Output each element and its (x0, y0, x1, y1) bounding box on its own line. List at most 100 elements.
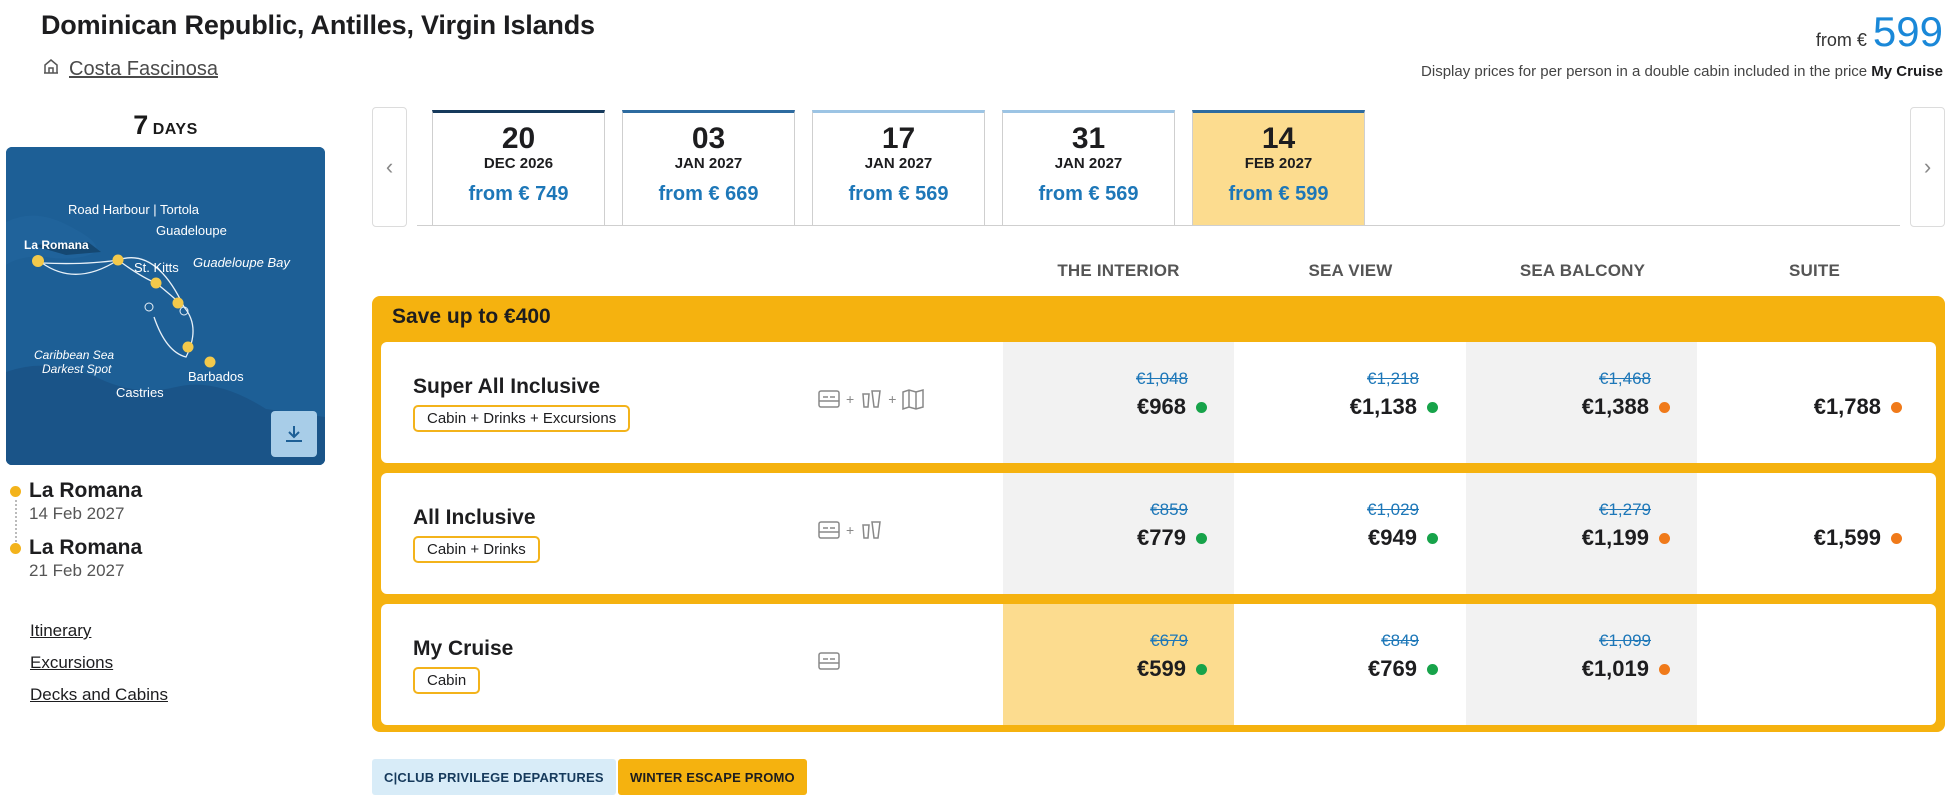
port-dot-icon (10, 486, 21, 497)
price-cell[interactable]: €1,048 €968 (1003, 342, 1234, 463)
new-price: €1,019 (1581, 656, 1649, 681)
availability-dot-icon (1427, 402, 1438, 413)
old-price: €1,099 (1599, 631, 1651, 650)
decks-cabins-link[interactable]: Decks and Cabins (30, 684, 168, 706)
availability-dot-icon (1891, 533, 1902, 544)
disclaimer-bold: My Cruise (1871, 63, 1943, 80)
date-price: from € 569 (848, 183, 949, 205)
excursions-link[interactable]: Excursions (30, 652, 168, 674)
new-price: €968 (1137, 394, 1186, 419)
map-label-guadeloupe-bay: Guadeloupe Bay (193, 255, 291, 270)
date-card[interactable]: 03 JAN 2027 from € 669 (622, 110, 795, 226)
old-price: €1,279 (1599, 500, 1651, 519)
map-label-barbados: Barbados (188, 369, 244, 384)
old-price: €1,218 (1367, 369, 1419, 388)
availability-dot-icon (1891, 402, 1902, 413)
page-title: Dominican Republic, Antilles, Virgin Isl… (41, 10, 595, 40)
price-cell-selected[interactable]: €679 €599 (1003, 604, 1234, 725)
package-badge: Cabin + Drinks + Excursions (413, 405, 631, 432)
new-price: €769 (1368, 656, 1417, 681)
date-month: JAN 2027 (1054, 155, 1123, 172)
old-price: €1,029 (1367, 500, 1419, 519)
new-price: €1,788 (1813, 394, 1881, 419)
port-dot-icon (10, 543, 21, 554)
itinerary-link[interactable]: Itinerary (30, 620, 168, 642)
detail-links: Itinerary Excursions Decks and Cabins (30, 620, 168, 716)
carousel-next-button[interactable]: › (1910, 107, 1945, 227)
price-from-label: from € (1815, 30, 1867, 50)
save-label: Save up to €400 (392, 305, 551, 328)
map-label-st-kitts: St. Kitts (134, 260, 179, 275)
price-cell[interactable]: €1,099 €1,019 (1466, 604, 1697, 725)
new-price: €1,138 (1349, 394, 1417, 419)
availability-dot-icon (1196, 533, 1207, 544)
map-label-caribbean-sea: Caribbean Sea (34, 348, 114, 362)
price-cell[interactable]: €1,788 (1698, 342, 1929, 463)
price-cell[interactable]: €1,218 €1,138 (1234, 342, 1465, 463)
availability-dot-icon (1659, 402, 1670, 413)
package-icons: + + (816, 386, 926, 412)
old-price: €849 (1381, 631, 1419, 650)
date-day: 03 (691, 122, 726, 155)
new-price: €599 (1137, 656, 1186, 681)
date-price: from € 599 (1228, 183, 1329, 205)
map-label-la-romana: La Romana (24, 238, 89, 252)
port-name: La Romana (29, 479, 143, 502)
offer-panel: Save up to €400 Super All Inclusive Cabi… (372, 296, 1945, 732)
package-badge: Cabin + Drinks (413, 536, 540, 563)
port-item: La Romana 14 Feb 2027 (10, 478, 330, 525)
price-cell[interactable]: €1,599 (1698, 473, 1929, 594)
port-list: La Romana 14 Feb 2027 La Romana 21 Feb 2… (10, 478, 330, 592)
bed-icon (818, 652, 840, 670)
price-cell[interactable]: €849 €769 (1234, 604, 1465, 725)
bed-icon (818, 390, 840, 408)
new-price: €779 (1137, 525, 1186, 550)
disclaimer-text: Display prices for per person in a doubl… (1421, 63, 1872, 80)
date-card-selected[interactable]: 14 FEB 2027 from € 599 (1192, 110, 1365, 226)
new-price: €1,388 (1581, 394, 1649, 419)
availability-dot-icon (1427, 533, 1438, 544)
old-price: €1,048 (1136, 369, 1188, 388)
duration-unit: DAYS (152, 121, 198, 138)
cabin-header-interior: THE INTERIOR (1057, 261, 1180, 280)
date-month: JAN 2027 (674, 155, 743, 172)
map-download-button[interactable] (271, 411, 317, 457)
duration-number: 7 (133, 110, 149, 140)
ship-name: Costa Fascinosa (69, 57, 218, 80)
ship-link[interactable]: Costa Fascinosa (41, 56, 218, 82)
date-day: 14 (1261, 122, 1296, 155)
date-day: 20 (501, 122, 536, 155)
winter-promo-tag[interactable]: WINTER ESCAPE PROMO (618, 759, 807, 795)
cabin-header-sea-view: SEA VIEW (1308, 261, 1393, 280)
date-month: DEC 2026 (483, 155, 554, 172)
map-label-road-harbour: Road Harbour | Tortola (68, 202, 200, 217)
date-card[interactable]: 31 JAN 2027 from € 569 (1002, 110, 1175, 226)
new-price: €1,599 (1813, 525, 1881, 550)
price-cell[interactable]: €1,279 €1,199 (1466, 473, 1697, 594)
availability-dot-icon (1196, 664, 1207, 675)
port-item: La Romana 21 Feb 2027 (10, 535, 330, 582)
new-price: €1,199 (1581, 525, 1649, 550)
availability-dot-icon (1196, 402, 1207, 413)
cabin-header-sea-balcony: SEA BALCONY (1519, 261, 1646, 280)
price-cell-empty (1698, 604, 1929, 725)
package-name: Super All Inclusive (413, 375, 601, 398)
map-label-darkest-spot: Darkest Spot (42, 362, 112, 376)
price-cell[interactable]: €1,468 €1,388 (1466, 342, 1697, 463)
carousel-prev-button[interactable]: ‹ (372, 107, 407, 227)
package-row-all-inclusive: All Inclusive Cabin + Drinks + €859 €779… (381, 473, 1936, 594)
date-card[interactable]: 17 JAN 2027 from € 569 (812, 110, 985, 226)
club-privilege-tag[interactable]: C|CLUB PRIVILEGE DEPARTURES (372, 759, 616, 795)
date-month: FEB 2027 (1244, 155, 1313, 172)
date-carousel: ‹ 20 DEC 2026 from € 749 03 JAN 2027 fro… (372, 107, 1945, 227)
date-day: 31 (1071, 122, 1106, 155)
package-badge: Cabin (413, 667, 481, 694)
port-date: 21 Feb 2027 (29, 561, 125, 580)
price-cell[interactable]: €1,029 €949 (1234, 473, 1465, 594)
date-card[interactable]: 20 DEC 2026 from € 749 (432, 110, 605, 226)
package-name: All Inclusive (413, 506, 536, 529)
package-row-super-all-inclusive: Super All Inclusive Cabin + Drinks + Exc… (381, 342, 1936, 463)
date-day: 17 (881, 122, 916, 155)
price-cell[interactable]: €859 €779 (1003, 473, 1234, 594)
itinerary-map[interactable]: Road Harbour | Tortola Guadeloupe La Rom… (6, 147, 325, 465)
